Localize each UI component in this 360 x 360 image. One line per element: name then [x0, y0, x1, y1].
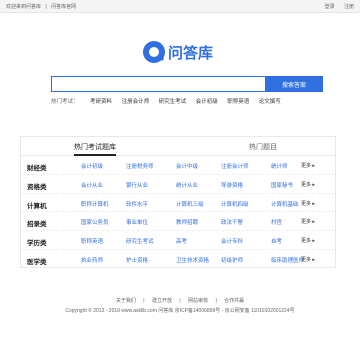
site-logo[interactable]: 问答库	[143, 40, 213, 64]
more-link[interactable]: 更多 ▸	[301, 218, 315, 225]
copyright-text: Copyright © 2013 - 2019 www.askllb.com 问…	[65, 308, 295, 314]
category-name: 学历类	[27, 240, 47, 248]
search-bar: 搜索答案	[51, 76, 323, 92]
caret-right-icon: ▸	[311, 200, 315, 207]
more-link[interactable]: 更多 ▸	[301, 256, 315, 263]
hot-exam-link[interactable]: 会计初级	[196, 99, 218, 105]
tab-hot-exam-bank[interactable]: 热门考试题库	[74, 142, 116, 156]
more-label: 更多	[301, 238, 312, 245]
caret-right-icon: ▸	[311, 238, 315, 245]
tab-hot-questions[interactable]: 热门题目	[249, 142, 277, 152]
exam-link[interactable]: 教师招聘	[176, 218, 198, 226]
category-name: 招录类	[27, 221, 47, 229]
caret-right-icon: ▸	[311, 181, 315, 188]
hot-exam-link[interactable]: 注册会计师	[122, 99, 150, 105]
caret-right-icon: ▸	[311, 163, 315, 169]
exam-link[interactable]: 职称英语	[81, 237, 103, 245]
category-name: 资格类	[27, 183, 47, 191]
panel-tabs: 热门考试题库 热门题目	[21, 137, 335, 156]
register-link[interactable]: 注册	[344, 4, 354, 10]
footer-link-partner[interactable]: 合作共赢	[224, 298, 244, 304]
exam-link[interactable]: 会计从业	[81, 181, 103, 189]
hot-exams: 热门考试： 考研资料 注册会计师 研究生考试 会计初级 职称英语 论文撰写	[51, 97, 289, 105]
exam-link[interactable]: 高考	[176, 237, 187, 245]
exam-link[interactable]: 政法干警	[221, 218, 243, 226]
category-row: 招录类 国家公务员 事业单位 教师招聘 政法干警 村官 更多 ▸	[21, 212, 335, 232]
exam-link[interactable]: 研究生考试	[126, 237, 154, 245]
exam-link[interactable]: 会计中级	[176, 162, 198, 170]
topbar-divider: |	[45, 4, 47, 10]
category-row: 资格类 会计从业 银行从业 统计从业 导游资格 国家秘书 更多 ▸	[21, 175, 335, 194]
exam-link[interactable]: 计算机三级	[176, 200, 204, 208]
footer-link-review[interactable]: 网站审核	[188, 298, 208, 304]
exam-link[interactable]: 统计师	[271, 162, 288, 170]
footer-link-open[interactable]: 建立开放	[152, 298, 172, 304]
login-link[interactable]: 登录	[325, 4, 335, 10]
search-button[interactable]: 搜索答案	[265, 76, 323, 92]
more-label: 更多	[301, 163, 312, 169]
more-link[interactable]: 更多 ▸	[301, 200, 315, 207]
footer-links: 关于我们 | 建立开放 | 网站审核 | 合作共赢	[0, 297, 360, 304]
more-link[interactable]: 更多 ▸	[301, 162, 315, 169]
hot-exams-label: 热门考试：	[51, 99, 79, 105]
logo-text: 问答库	[168, 44, 214, 62]
category-row: 计算机 职称计算机 软件水平 计算机三级 计算机四级 计算机基础 更多 ▸	[21, 194, 335, 213]
exam-link[interactable]: 会计专科	[221, 237, 243, 245]
logo-q-icon	[143, 41, 165, 63]
caret-right-icon: ▸	[311, 256, 315, 263]
category-rows: 财经类 会计初级 注册税务师 会计中级 注册会计师 统计师 更多 ▸ 资格类 会计从业 银行从业统…	[21, 156, 335, 269]
category-name: 计算机	[27, 202, 47, 210]
footer-divider: |	[143, 298, 145, 304]
welcome-text: 欢迎来到问答库	[6, 4, 42, 10]
category-name: 医学类	[27, 258, 47, 266]
hot-exam-link[interactable]: 考研资料	[90, 99, 112, 105]
more-label: 更多	[301, 219, 312, 226]
more-label: 更多	[301, 256, 312, 263]
exam-link[interactable]: 初级护师	[221, 256, 243, 264]
hot-exam-link[interactable]: 研究生考试	[159, 99, 187, 105]
exam-link[interactable]: 护士资格	[126, 256, 148, 264]
category-row: 医学类 执业药师 护士资格 卫生技术资格 初级护师 临床助理医师 更多 ▸	[21, 250, 335, 269]
exam-link[interactable]: 注册税务师	[126, 162, 154, 170]
category-row: 学历类 职称英语 研究生考试 高考 会计专科 自考 更多 ▸	[21, 231, 335, 250]
more-label: 更多	[301, 200, 312, 207]
exam-link[interactable]: 执业药师	[81, 256, 103, 264]
exam-link[interactable]: 导游资格	[221, 181, 243, 189]
exam-link[interactable]: 村官	[271, 218, 282, 226]
exam-link[interactable]: 软件水平	[126, 200, 148, 208]
exam-link[interactable]: 事业单位	[126, 218, 148, 226]
category-row: 财经类 会计初级 注册税务师 会计中级 注册会计师 统计师 更多 ▸	[21, 156, 335, 175]
top-bar: 欢迎来到问答库 | 问答库官网 登录 注册	[0, 0, 360, 13]
exam-link[interactable]: 计算机四级	[221, 200, 249, 208]
exam-link[interactable]: 职称计算机	[81, 200, 109, 208]
exam-category-panel: 热门考试题库 热门题目 财经类 会计初级 注册税务师 会计中级 注册会计师 统计师 更多 ▸…	[20, 136, 336, 268]
more-label: 更多	[301, 181, 312, 188]
more-link[interactable]: 更多 ▸	[301, 181, 315, 188]
exam-link[interactable]: 国家秘书	[271, 181, 293, 189]
site-link[interactable]: 问答库官网	[51, 4, 76, 10]
exam-link[interactable]: 银行从业	[126, 181, 148, 189]
footer-divider: |	[215, 298, 217, 304]
exam-link[interactable]: 计算机基础	[271, 200, 299, 208]
hot-exam-link[interactable]: 职称英语	[227, 99, 249, 105]
hot-exam-link[interactable]: 论文撰写	[259, 99, 281, 105]
more-link[interactable]: 更多 ▸	[301, 237, 315, 244]
search-input[interactable]	[51, 76, 265, 92]
exam-link[interactable]: 自考	[271, 237, 282, 245]
footer-link-about[interactable]: 关于我们	[116, 298, 136, 304]
exam-link[interactable]: 国家公务员	[81, 218, 109, 226]
footer-divider: |	[179, 298, 181, 304]
exam-link[interactable]: 卫生技术资格	[176, 256, 209, 264]
exam-link[interactable]: 注册会计师	[221, 162, 249, 170]
exam-link[interactable]: 统计从业	[176, 181, 198, 189]
caret-right-icon: ▸	[311, 219, 315, 226]
category-name: 财经类	[27, 165, 47, 172]
exam-link[interactable]: 会计初级	[81, 162, 103, 170]
exam-link[interactable]: 临床助理医师	[271, 256, 304, 264]
